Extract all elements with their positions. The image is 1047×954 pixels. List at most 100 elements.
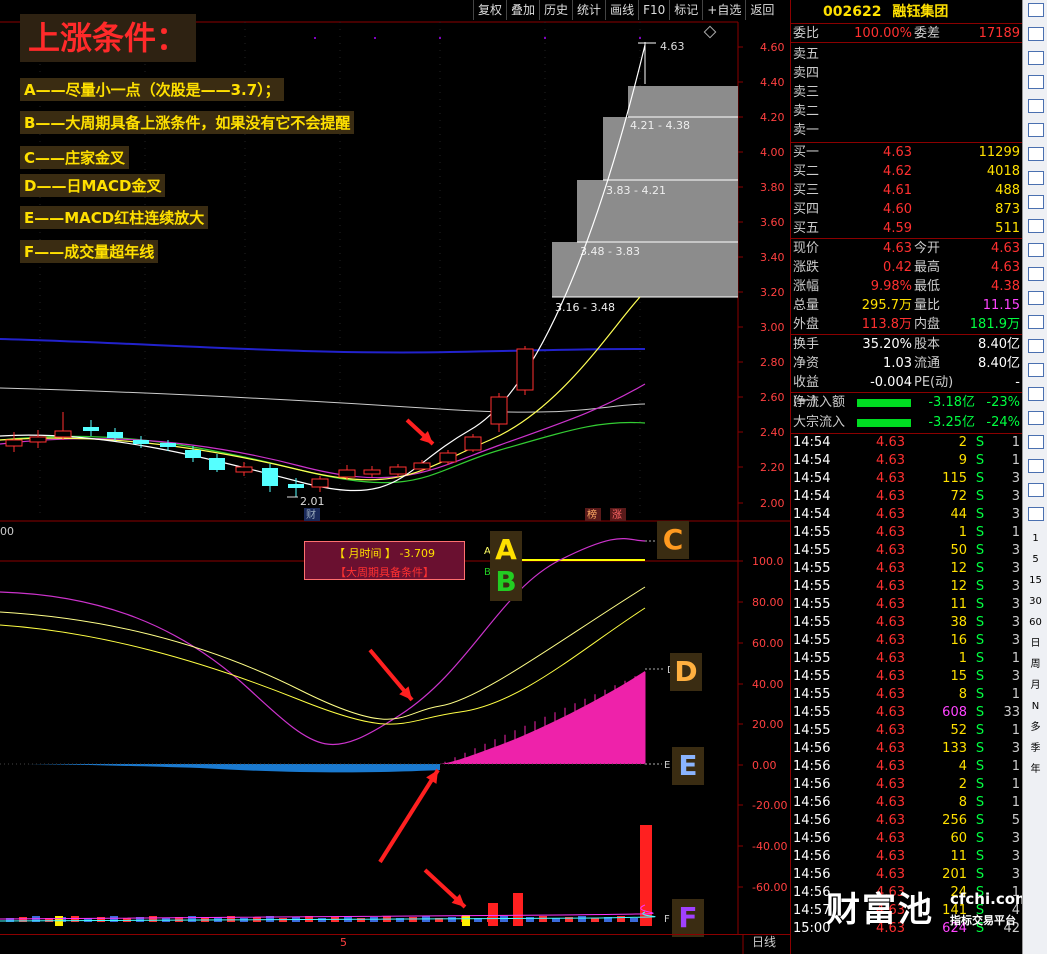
- tool-icon: [1027, 363, 1044, 377]
- side-tool-icon[interactable]: [1023, 363, 1047, 384]
- tick-time: 14:55: [793, 723, 831, 738]
- quote-value: 4.63: [883, 241, 912, 256]
- tick-row: 14:56 4.63 11 S 3: [791, 848, 1022, 866]
- tick-volume: 1: [958, 525, 967, 540]
- tick-count: 3: [1011, 831, 1020, 846]
- quote-label: 外盘: [793, 317, 820, 332]
- buy-price: 4.62: [883, 164, 912, 179]
- tick-time: 14:55: [793, 543, 831, 558]
- side-tool-icon[interactable]: [1023, 483, 1047, 504]
- tick-side: S: [975, 651, 985, 666]
- period-button[interactable]: 15: [1023, 570, 1047, 591]
- tick-price: 4.63: [876, 723, 905, 738]
- weicha-label: 委差: [914, 26, 941, 41]
- side-tool-icon[interactable]: [1023, 243, 1047, 264]
- tick-price: 4.63: [876, 669, 905, 684]
- chart-area[interactable]: 4.60 4.40 4.20 4.00 3.80 3.60 3.40 3.20 3.00 2.80…: [0, 0, 790, 954]
- tick-count: 1: [1011, 687, 1020, 702]
- tick-count: 3: [1011, 597, 1020, 612]
- candle-body: [185, 450, 201, 458]
- side-tool-icon[interactable]: [1023, 387, 1047, 408]
- kline-chart[interactable]: 4.60 4.40 4.20 4.00 3.80 3.60 3.40 3.20 3.00 2.80…: [0, 0, 790, 954]
- toolbar-button-5[interactable]: F10: [638, 0, 669, 20]
- side-tool-icon[interactable]: [1023, 51, 1047, 72]
- fund-flow-block: 净流入额 -3.18亿 -23% 大宗流入 -3.25亿 -24%: [791, 393, 1022, 434]
- toolbar-button-2[interactable]: 历史: [539, 0, 572, 20]
- period-button[interactable]: 60: [1023, 612, 1047, 633]
- toolbar-button-6[interactable]: 标记: [669, 0, 702, 20]
- tick-count: 3: [1011, 471, 1020, 486]
- tick-count: 1: [1011, 525, 1020, 540]
- weibi-row: 委比 100.00% 委差 17189: [791, 24, 1022, 43]
- side-tool-icon[interactable]: [1023, 507, 1047, 528]
- period-button[interactable]: 30: [1023, 591, 1047, 612]
- side-tool-icon[interactable]: [1023, 411, 1047, 432]
- sell-row: 卖三: [791, 83, 1022, 102]
- period-button[interactable]: 多: [1023, 717, 1047, 738]
- axis-label-sub: -60.00: [752, 881, 787, 894]
- side-tool-icon[interactable]: [1023, 147, 1047, 168]
- tool-icon: [1027, 123, 1044, 137]
- side-tool-icon[interactable]: [1023, 315, 1047, 336]
- event-marker-cai-label: 财: [306, 508, 316, 521]
- buy-label: 买二: [793, 164, 820, 179]
- tool-icon: [1027, 171, 1044, 185]
- tick-side: S: [975, 471, 985, 486]
- tool-icon: [1027, 483, 1044, 497]
- tick-side: S: [975, 435, 985, 450]
- tick-price: 4.63: [876, 435, 905, 450]
- toolbar-button-8[interactable]: 返回: [745, 0, 778, 20]
- side-tool-icon[interactable]: [1023, 171, 1047, 192]
- tick-list[interactable]: 14:54 4.63 2 S 1 14:54 4.63 9 S 1 14:54 4.63 115 S 3 14…: [791, 434, 1022, 938]
- quote-label: 量比: [914, 298, 941, 313]
- tick-time: 14:56: [793, 741, 831, 756]
- tick-side: S: [975, 579, 985, 594]
- chip-label: 4.21 - 4.38: [630, 119, 690, 132]
- buy-row: 买四 4.60 873: [791, 200, 1022, 219]
- period-button[interactable]: 年: [1023, 759, 1047, 780]
- sell-row: 卖一: [791, 121, 1022, 140]
- toolbar-button-1[interactable]: 叠加: [506, 0, 539, 20]
- period-button[interactable]: 1: [1023, 528, 1047, 549]
- side-tool-icon[interactable]: [1023, 339, 1047, 360]
- period-button[interactable]: N: [1023, 696, 1047, 717]
- annotation-line-a: A——尽量小一点（次股是——3.7）；: [20, 78, 284, 101]
- side-tool-icon[interactable]: [1023, 219, 1047, 240]
- side-tool-icon[interactable]: [1023, 195, 1047, 216]
- fund-value: 1.03: [883, 356, 912, 371]
- period-button[interactable]: 月: [1023, 675, 1047, 696]
- side-tool-icon[interactable]: [1023, 459, 1047, 480]
- tick-side: S: [975, 687, 985, 702]
- toolbar-button-0[interactable]: 复权: [473, 0, 506, 20]
- side-tool-icon[interactable]: [1023, 123, 1047, 144]
- toolbar-button-4[interactable]: 画线: [605, 0, 638, 20]
- toolbar-button-3[interactable]: 统计: [572, 0, 605, 20]
- period-button[interactable]: 周: [1023, 654, 1047, 675]
- tool-icon: [1027, 411, 1044, 425]
- side-tool-icon[interactable]: [1023, 291, 1047, 312]
- axis-label-sub: 60.00: [752, 637, 784, 650]
- axis-label-main: 2.20: [760, 461, 785, 474]
- tick-price: 4.63: [876, 543, 905, 558]
- top-dot-marker: [439, 37, 441, 39]
- side-tool-icon[interactable]: [1023, 27, 1047, 48]
- side-tool-icon[interactable]: [1023, 3, 1047, 24]
- tick-side: S: [975, 525, 985, 540]
- tick-count: 3: [1011, 849, 1020, 864]
- quote-value: 4.63: [991, 241, 1020, 256]
- toolbar-button-7[interactable]: +自选: [702, 0, 745, 20]
- flow-value: -3.25亿: [928, 415, 975, 430]
- period-button[interactable]: 季: [1023, 738, 1047, 759]
- side-tool-icon[interactable]: [1023, 267, 1047, 288]
- side-tool-icon[interactable]: [1023, 75, 1047, 96]
- side-tool-icon[interactable]: [1023, 435, 1047, 456]
- side-tool-icon[interactable]: [1023, 99, 1047, 120]
- candle-body: [262, 468, 278, 486]
- marker-c: C: [657, 521, 689, 559]
- tool-icon: [1027, 435, 1044, 449]
- chip-label: 3.48 - 3.83: [580, 245, 640, 258]
- quote-value: 181.9万: [969, 317, 1020, 332]
- period-button[interactable]: 日: [1023, 633, 1047, 654]
- tick-row: 14:55 4.63 608 S 33: [791, 704, 1022, 722]
- period-button[interactable]: 5: [1023, 549, 1047, 570]
